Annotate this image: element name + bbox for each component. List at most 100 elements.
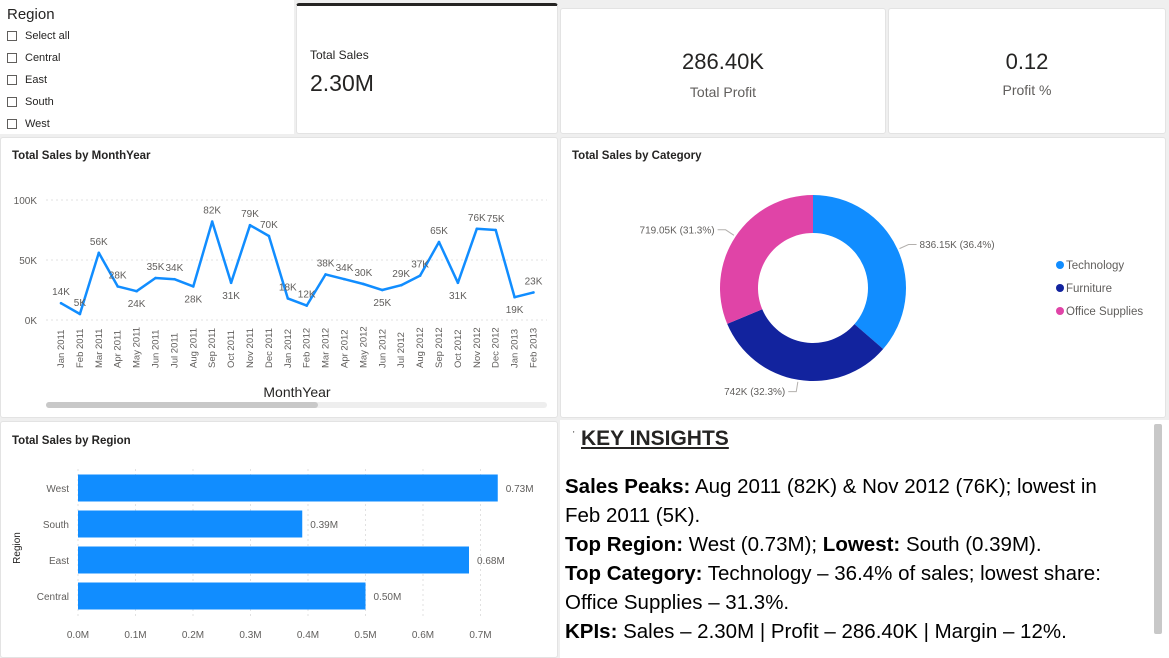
insights-heading: KEY INSIGHTS [581,427,729,450]
bar[interactable] [78,582,366,610]
line-point[interactable] [343,277,346,281]
data-label: 24K [128,299,146,310]
checkbox-icon[interactable] [7,119,17,129]
data-label: 31K [449,291,467,302]
data-label: 75K [487,214,505,225]
line-point[interactable] [135,289,138,293]
line-point[interactable] [437,240,441,244]
legend-label[interactable]: Technology [1066,260,1124,272]
line-chart[interactable]: 0K50K100K 14K5K56K28K24K35K 34K28K82K31K7… [0,137,558,418]
line-point[interactable] [78,312,82,316]
bar-chart[interactable]: Region West South East Central 0.73M 0.39M 0.… [0,421,558,658]
scrollbar-thumb[interactable] [46,402,318,408]
x-tick-label: Jun 2012 [377,329,388,368]
donut-slice[interactable] [720,195,813,324]
data-label: 0.50M [374,592,402,603]
insight-label: Sales Peaks: [565,475,691,498]
total-profit-label: Total Profit [689,84,757,100]
line-point[interactable] [210,220,214,223]
data-label: 56K [90,237,108,248]
insight-text: Feb 2011 (5K). [565,504,701,527]
x-tick-label: Mar 2012 [321,328,332,368]
x-tick-label: Apr 2011 [113,330,124,368]
insight-sales-peaks-cont: Feb 2011 (5K). [565,501,1145,530]
scrollbar[interactable] [1154,424,1162,634]
line-point[interactable] [456,281,460,285]
data-label: 31K [222,291,240,302]
data-label: 65K [430,226,448,237]
data-label: 34K [336,263,354,274]
insight-text: West (0.73M); [683,533,823,556]
data-label: 38K [317,258,335,269]
line-point[interactable] [494,228,498,232]
line-point[interactable] [381,288,384,292]
data-label: 5K [74,298,87,309]
checkbox-icon[interactable] [7,31,17,41]
line-point[interactable] [192,285,195,288]
data-label: 37K [411,260,429,271]
total-sales-card[interactable]: Total Sales 2.30M [296,3,558,134]
x-tick-label: Feb 2012 [302,328,313,368]
line-point[interactable] [229,281,233,285]
data-label: 30K [355,268,373,279]
category-label: Central [37,592,69,603]
x-tick-label: Apr 2012 [340,329,351,368]
line-point[interactable] [286,297,290,300]
x-tick-label: Jan 2011 [56,330,67,368]
x-tick-label: Jun 2011 [151,330,162,368]
x-tick-label: Feb 2011 [75,329,86,368]
data-label: 35K [147,262,165,273]
bar[interactable] [78,510,303,538]
line-point[interactable] [475,227,479,231]
data-label: 14K [52,287,70,298]
slicer-item-south[interactable]: South [7,93,54,111]
slicer-item-west[interactable]: West [7,115,50,133]
line-point[interactable] [418,274,422,277]
line-point[interactable] [532,291,535,294]
line-point[interactable] [59,301,63,305]
slicer-item-central[interactable]: Central [7,49,60,67]
bar[interactable] [78,474,498,502]
line-point[interactable] [248,223,252,227]
line-point[interactable] [324,273,327,276]
x-tick-label: 0.1M [124,630,146,641]
slicer-item-label: East [25,74,48,86]
data-label: 82K [203,206,221,217]
line-point[interactable] [362,282,365,286]
data-label: 12K [298,290,316,301]
line-point[interactable] [399,283,403,287]
profit-pct-card[interactable]: 0.12 Profit % [888,8,1166,134]
slicer-item-select-all[interactable]: Select all [7,27,70,45]
line-point[interactable] [173,277,176,281]
total-sales-label: Total Sales [310,48,369,62]
legend-label[interactable]: Office Supplies [1066,306,1143,318]
x-tick-label: May 2012 [358,326,369,368]
insight-top-region: Top Region: West (0.73M); Lowest: South … [565,530,1145,559]
line-point[interactable] [305,304,309,307]
data-label: 79K [241,209,259,220]
line-point[interactable] [267,234,271,238]
checkbox-icon[interactable] [7,75,17,85]
slicer-item-east[interactable]: East [7,71,47,89]
checkbox-icon[interactable] [7,53,17,63]
x-tick-label: 0.0M [67,630,89,641]
checkbox-icon[interactable] [7,97,17,107]
donut-slice[interactable] [813,195,906,350]
donut-chart[interactable]: 836.15K (36.4%) 742K (32.3%) 719.05K (31.3… [560,137,1166,418]
bar[interactable] [78,546,469,574]
line-point[interactable] [116,285,119,288]
legend-dot [1056,307,1064,315]
slicer-title: Region [7,6,55,23]
data-label: 28K [109,270,127,281]
total-profit-card[interactable]: 286.40K Total Profit [560,8,886,134]
line-point[interactable] [154,276,157,280]
x-tick-label: May 2011 [132,327,143,368]
x-tick-label: 0.7M [469,630,491,641]
x-tick-label: Aug 2011 [188,328,199,368]
line-point[interactable] [97,251,101,255]
data-label: 719.05K (31.3%) [640,225,715,236]
legend-label[interactable]: Furniture [1066,283,1112,295]
x-tick-label: 0.6M [412,630,434,641]
x-tick-label: Jul 2011 [169,333,180,368]
line-point[interactable] [513,295,516,299]
